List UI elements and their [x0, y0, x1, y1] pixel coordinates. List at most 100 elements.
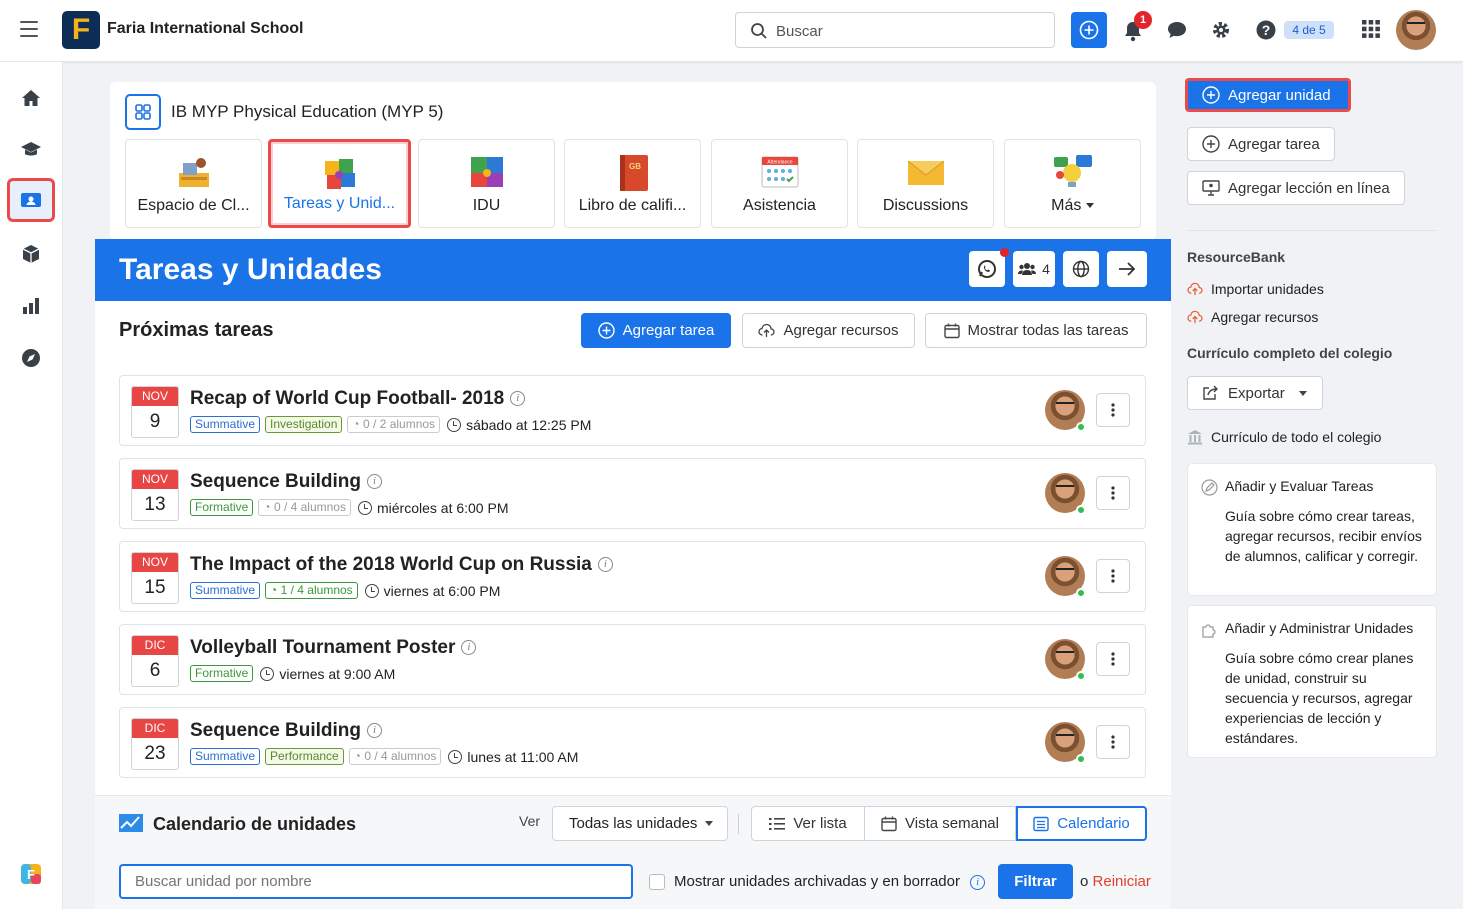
- user-avatar[interactable]: [1396, 10, 1436, 50]
- help-icon[interactable]: ?: [1256, 20, 1276, 40]
- import-units-link[interactable]: Importar unidades: [1187, 281, 1324, 297]
- building-icon: [1188, 430, 1202, 445]
- task-options-button[interactable]: [1096, 476, 1130, 510]
- unit-search[interactable]: [119, 864, 633, 899]
- sidebar-item-academics[interactable]: [7, 128, 55, 172]
- task-name[interactable]: Sequence Building i: [190, 720, 383, 742]
- search-input[interactable]: [776, 21, 1036, 41]
- task-row[interactable]: NOV 13 Sequence Building i Formative ◔ 0 /…: [119, 458, 1146, 529]
- task-options-button[interactable]: [1096, 559, 1130, 593]
- filter-button[interactable]: Filtrar: [998, 864, 1073, 899]
- chat-icon: [978, 260, 996, 278]
- sidebar-item-resources[interactable]: [7, 232, 55, 276]
- sidebar-item-explore[interactable]: [7, 336, 55, 380]
- unit-search-input[interactable]: [121, 866, 631, 897]
- export-button[interactable]: Exportar: [1187, 376, 1323, 410]
- right-add-resources-link[interactable]: Agregar recursos: [1187, 309, 1318, 325]
- task-due: sábado at 12:25 PM: [466, 416, 592, 433]
- global-search[interactable]: [735, 12, 1055, 48]
- info-icon[interactable]: i: [461, 640, 477, 656]
- task-meta: Formative viernes at 9:00 AM: [190, 665, 395, 682]
- students-submitted-badge: ◔ 0 / 2 alumnos: [347, 416, 441, 433]
- students-submitted-badge: ◔ 1 / 4 alumnos: [265, 582, 358, 599]
- reset-link[interactable]: Reiniciar: [1093, 873, 1151, 890]
- info-icon[interactable]: i: [510, 391, 526, 407]
- task-due: miércoles at 6:00 PM: [376, 499, 509, 516]
- apps-grid-icon[interactable]: [1362, 20, 1380, 38]
- sidebar-item-home[interactable]: [7, 76, 55, 120]
- task-name[interactable]: Volleyball Tournament Poster i: [190, 637, 477, 659]
- view-list-button[interactable]: Ver lista: [751, 806, 865, 841]
- tag-formative: Formative: [190, 499, 254, 516]
- info-icon[interactable]: i: [367, 723, 383, 739]
- units-filter-select[interactable]: Todas las unidades: [552, 806, 728, 841]
- cloud-upload-icon: [1187, 282, 1203, 296]
- info-icon[interactable]: i: [367, 474, 383, 490]
- guide-description: Guía sobre cómo crear planes de unidad, …: [1225, 650, 1414, 746]
- task-name[interactable]: Sequence Building i: [190, 471, 383, 493]
- task-meta: Summative Performance ◔ 0 / 4 alumnos lu…: [190, 748, 578, 765]
- tab-classroom[interactable]: Espacio de Cl...: [125, 139, 262, 228]
- next-arrow-button[interactable]: [1107, 251, 1147, 287]
- members-button[interactable]: 4: [1013, 251, 1055, 287]
- task-row[interactable]: DIC 23 Sequence Building i Summative Perfo…: [119, 707, 1146, 778]
- add-resources-button[interactable]: Agregar recursos: [742, 313, 915, 348]
- task-row[interactable]: NOV 15 The Impact of the 2018 World Cup o…: [119, 541, 1146, 612]
- tab-discussions[interactable]: Discussions: [857, 139, 994, 228]
- add-task-button[interactable]: Agregar tarea: [581, 313, 731, 348]
- sidebar-item-reports[interactable]: [7, 284, 55, 328]
- gear-icon[interactable]: [1211, 20, 1231, 40]
- task-options-button[interactable]: [1096, 725, 1130, 759]
- right-add-task-button[interactable]: Agregar tarea: [1187, 127, 1335, 161]
- calendar-icon: [943, 323, 960, 338]
- show-archived-checkbox[interactable]: [649, 874, 665, 890]
- more-vertical-icon: [1111, 652, 1115, 666]
- school-name: Faria International School: [107, 20, 304, 37]
- show-all-tasks-button[interactable]: Mostrar todas las tareas: [925, 313, 1147, 348]
- info-icon[interactable]: i: [970, 874, 986, 890]
- task-name[interactable]: Recap of World Cup Football- 2018 i: [190, 388, 526, 410]
- add-online-lesson-button[interactable]: Agregar lección en línea: [1187, 171, 1405, 205]
- tab-idu[interactable]: IDU: [418, 139, 555, 228]
- whatsapp-button[interactable]: [969, 251, 1005, 287]
- school-logo[interactable]: F: [62, 11, 100, 49]
- hamburger-menu-icon[interactable]: [20, 21, 38, 37]
- task-row[interactable]: DIC 6 Volleyball Tournament Poster i Forma…: [119, 624, 1146, 695]
- info-icon[interactable]: i: [597, 557, 613, 573]
- tab-attendance[interactable]: Attendance Asistencia: [711, 139, 848, 228]
- students-submitted-badge: ◔ 0 / 4 alumnos: [348, 748, 442, 765]
- task-meta: Summative ◔ 1 / 4 alumnos viernes at 6:0…: [190, 582, 500, 599]
- more-vertical-icon: [1111, 735, 1115, 749]
- calendar-view-button[interactable]: Calendario: [1016, 806, 1147, 841]
- page-title: Tareas y Unidades: [119, 253, 382, 286]
- sidebar-item-faria-apps[interactable]: F: [7, 852, 55, 896]
- task-options-button[interactable]: [1096, 393, 1130, 427]
- sidebar-item-classes[interactable]: [7, 178, 55, 222]
- reset-link-wrapper: o Reiniciar: [1080, 873, 1151, 890]
- globe-button[interactable]: [1063, 251, 1099, 287]
- monitor-icon: [1202, 180, 1220, 196]
- week-view-button[interactable]: Vista semanal: [864, 806, 1016, 841]
- add-unit-button[interactable]: Agregar unidad: [1185, 78, 1351, 112]
- task-date: DIC 23: [131, 718, 179, 770]
- pager-badge[interactable]: 4 de 5: [1284, 21, 1334, 39]
- task-row[interactable]: NOV 9 Recap of World Cup Football- 2018 i …: [119, 375, 1146, 446]
- cube-icon: [22, 245, 40, 263]
- chat-bubble-icon[interactable]: [1166, 20, 1188, 40]
- attendance-icon: Attendance: [761, 156, 798, 188]
- task-options-button[interactable]: [1096, 642, 1130, 676]
- guide-add-manage-units[interactable]: Añadir y Administrar Unidades Guía sobre…: [1187, 605, 1437, 758]
- tag-investigation: Investigation: [265, 416, 343, 433]
- svg-text:Attendance: Attendance: [767, 160, 793, 166]
- tab-more[interactable]: Más: [1004, 139, 1141, 228]
- plus-circle-icon: [1079, 20, 1099, 40]
- school-curriculum-link[interactable]: Currículo de todo el colegio: [1187, 429, 1381, 445]
- task-name[interactable]: The Impact of the 2018 World Cup on Russ…: [190, 554, 613, 576]
- guide-add-evaluate-tasks[interactable]: Añadir y Evaluar Tareas Guía sobre cómo …: [1187, 463, 1437, 596]
- cloud-upload-icon: [1187, 310, 1203, 324]
- tab-gradebook[interactable]: GB Libro de califi...: [564, 139, 701, 228]
- tab-tasks-units[interactable]: Tareas y Unid...: [268, 139, 411, 228]
- show-archived-label: Mostrar unidades archivadas y en borrado…: [674, 873, 986, 890]
- online-indicator: [1076, 754, 1086, 764]
- create-button[interactable]: [1071, 12, 1107, 48]
